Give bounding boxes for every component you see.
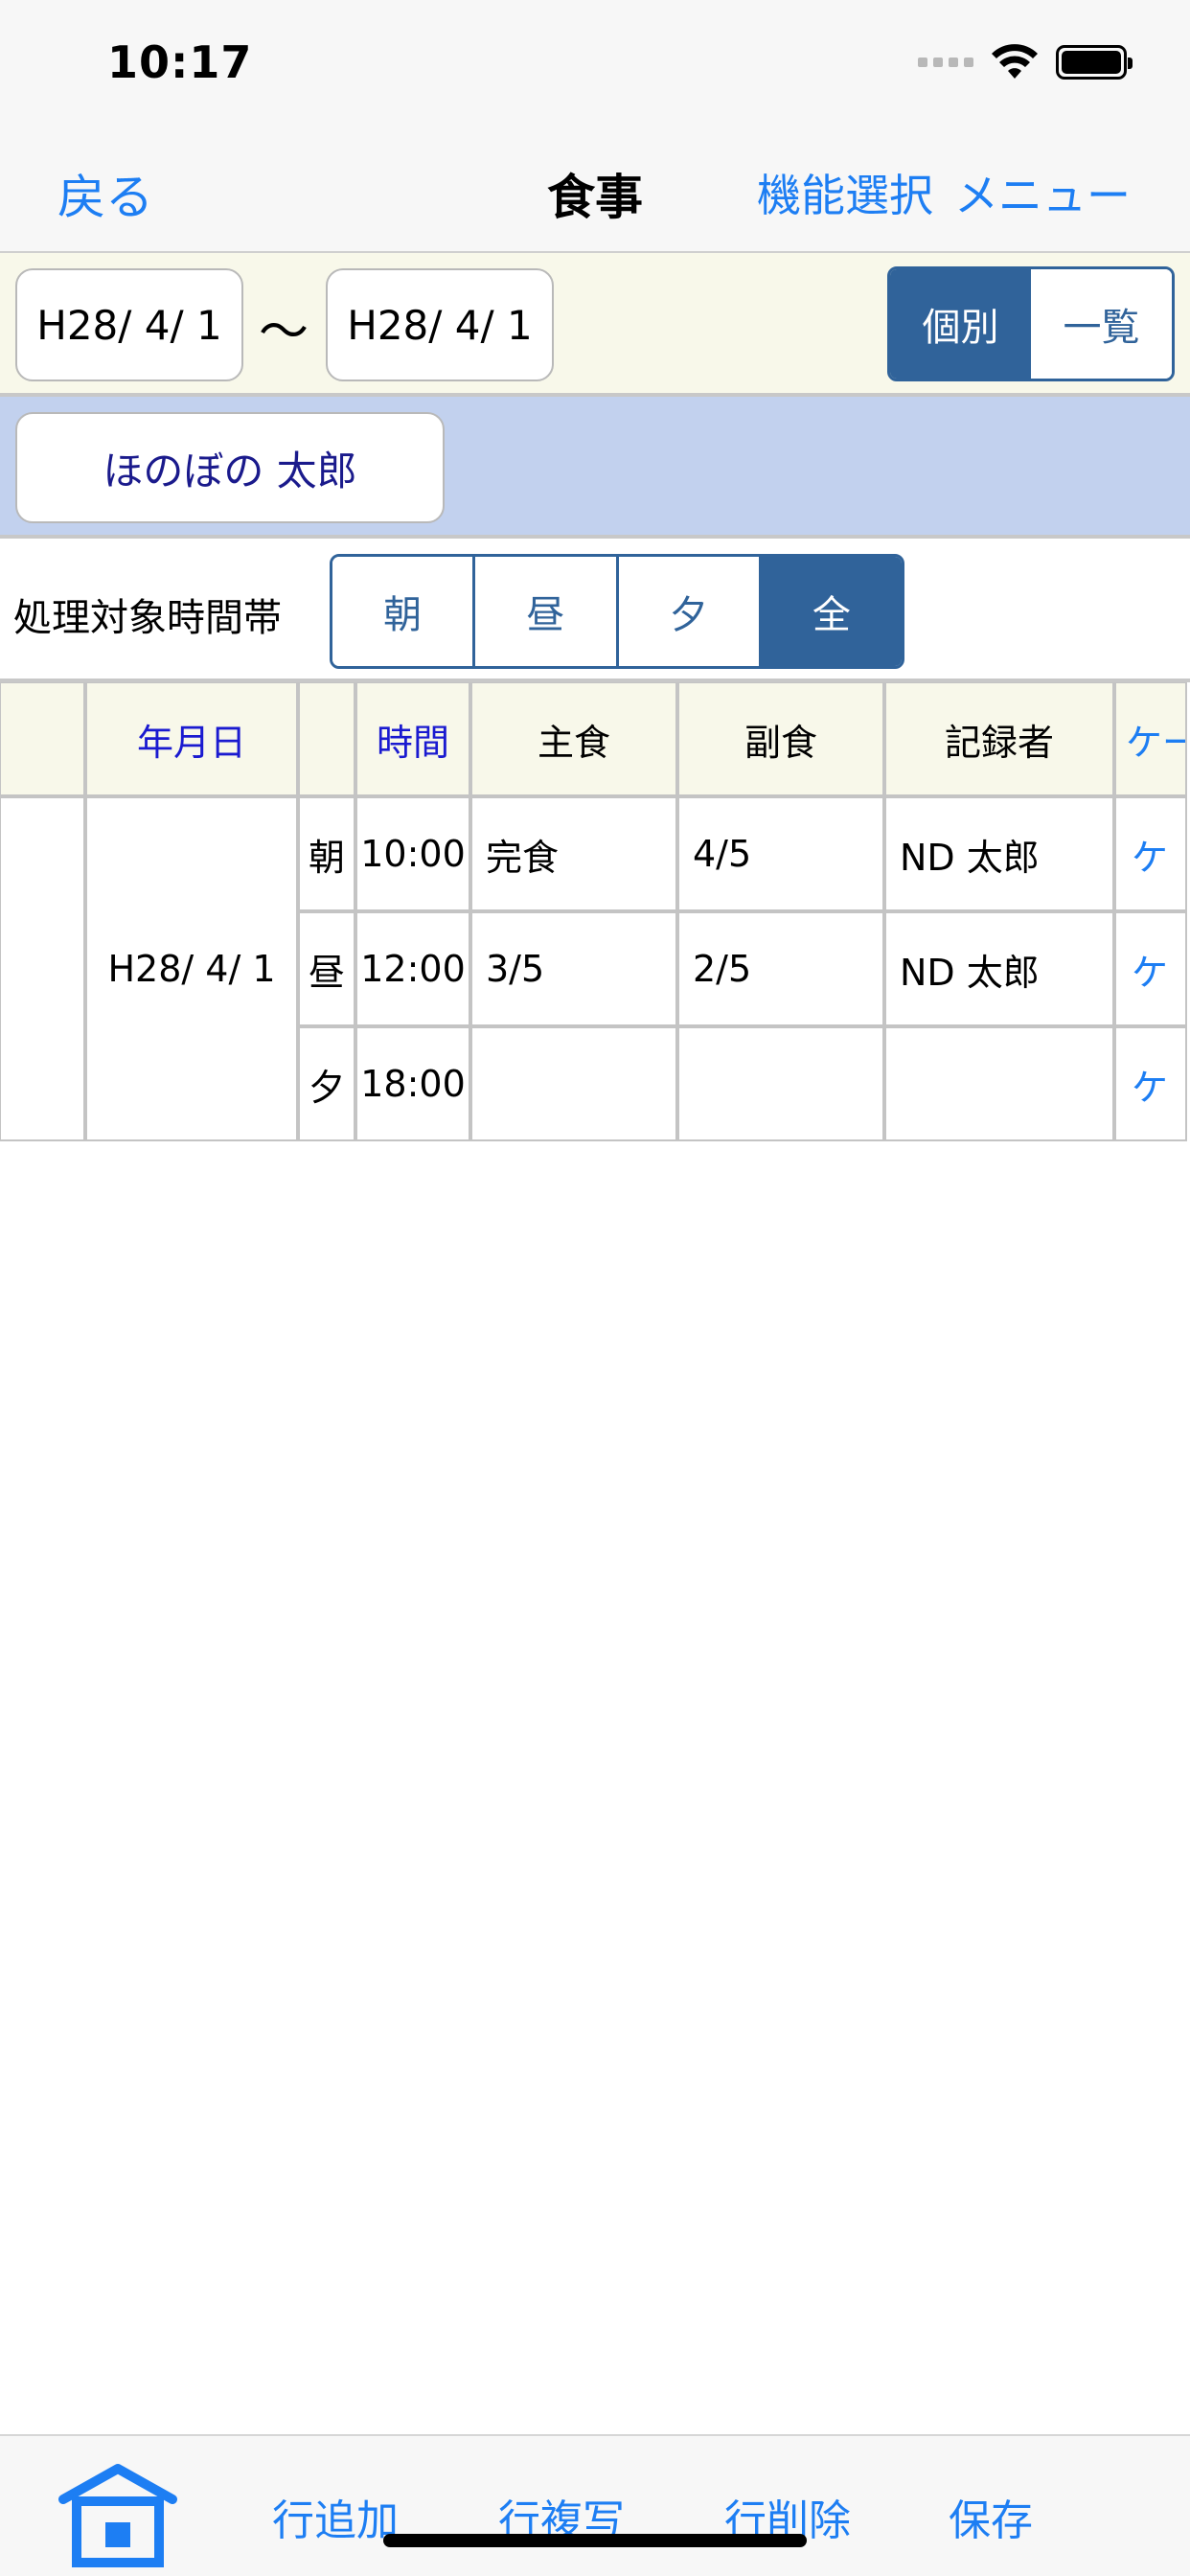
row-blank-cell (0, 796, 85, 1141)
person-select-button[interactable]: ほのぼの 太郎 (15, 412, 445, 523)
time-filter-label: 処理対象時間帯 (13, 596, 282, 640)
header-period (298, 682, 355, 796)
row-3-recorder[interactable] (884, 1026, 1114, 1141)
row-3-staple[interactable] (470, 1026, 677, 1141)
row-2-period: 昼 (298, 911, 355, 1026)
bottom-toolbar: 行追加 行複写 行削除 保存 (0, 2434, 1190, 2576)
status-icons (918, 44, 1133, 80)
time-filter-noon[interactable]: 昼 (475, 557, 619, 666)
header-recorder: 記録者 (884, 682, 1114, 796)
view-mode-segmented: 個別 一覧 (887, 266, 1175, 381)
menu-button[interactable]: メニュー (954, 161, 1131, 224)
function-select-button[interactable]: 機能選択 (757, 161, 933, 224)
header-care[interactable]: ケー (1114, 682, 1187, 796)
person-row: ほのぼの 太郎 (0, 397, 1190, 539)
signal-icon (918, 58, 973, 67)
meal-grid: 年月日 時間 主食 副食 記録者 ケー H28/ 4/ 1 朝 10:00 完食… (0, 682, 1190, 1144)
battery-icon (1056, 45, 1133, 80)
wifi-icon (992, 44, 1038, 79)
date-range-row: H28/ 4/ 1 〜 H28/ 4/ 1 個別 一覧 (0, 253, 1190, 397)
row-1-side[interactable]: 4/5 (677, 796, 884, 911)
row-1-period: 朝 (298, 796, 355, 911)
row-1-time[interactable]: 10:00 (355, 796, 470, 911)
date-to-button[interactable]: H28/ 4/ 1 (326, 268, 554, 381)
status-bar: 10:17 (0, 0, 1190, 126)
row-3-period: 夕 (298, 1026, 355, 1141)
add-row-button[interactable]: 行追加 (272, 2486, 399, 2547)
row-2-staple[interactable]: 3/5 (470, 911, 677, 1026)
date-from-button[interactable]: H28/ 4/ 1 (15, 268, 243, 381)
meal-table: 年月日 時間 主食 副食 記録者 ケー H28/ 4/ 1 朝 10:00 完食… (0, 682, 1190, 1144)
home-icon[interactable] (56, 2463, 180, 2568)
header-blank (0, 682, 85, 796)
time-filter-all[interactable]: 全 (761, 557, 902, 666)
row-2-side[interactable]: 2/5 (677, 911, 884, 1026)
header-side: 副食 (677, 682, 884, 796)
date-separator: 〜 (259, 304, 309, 361)
row-3-side[interactable] (677, 1026, 884, 1141)
date-cell[interactable]: H28/ 4/ 1 (85, 796, 298, 1141)
nav-bar: 戻る 食事 機能選択 メニュー (0, 126, 1190, 253)
row-1-care[interactable]: ケ (1114, 796, 1187, 911)
time-filter-segmented: 朝 昼 夕 全 (330, 554, 904, 669)
row-3-care[interactable]: ケ (1114, 1026, 1187, 1141)
row-2-recorder[interactable]: ND 太郎 (884, 911, 1114, 1026)
row-3-time[interactable]: 18:00 (355, 1026, 470, 1141)
header-staple: 主食 (470, 682, 677, 796)
row-2-time[interactable]: 12:00 (355, 911, 470, 1026)
home-indicator[interactable] (383, 2534, 807, 2547)
header-date[interactable]: 年月日 (85, 682, 298, 796)
time-filter-morning[interactable]: 朝 (332, 557, 476, 666)
status-time: 10:17 (107, 36, 253, 88)
header-time[interactable]: 時間 (355, 682, 470, 796)
save-button[interactable]: 保存 (949, 2486, 1033, 2547)
row-2-care[interactable]: ケ (1114, 911, 1187, 1026)
row-1-staple[interactable]: 完食 (470, 796, 677, 911)
time-filter-evening[interactable]: 夕 (618, 557, 762, 666)
nav-right-buttons: 機能選択 メニュー (757, 161, 1131, 224)
view-mode-list[interactable]: 一覧 (1031, 269, 1172, 379)
time-filter-row: 処理対象時間帯 朝 昼 夕 全 (0, 539, 1190, 682)
view-mode-individual[interactable]: 個別 (890, 269, 1031, 379)
row-1-recorder[interactable]: ND 太郎 (884, 796, 1114, 911)
